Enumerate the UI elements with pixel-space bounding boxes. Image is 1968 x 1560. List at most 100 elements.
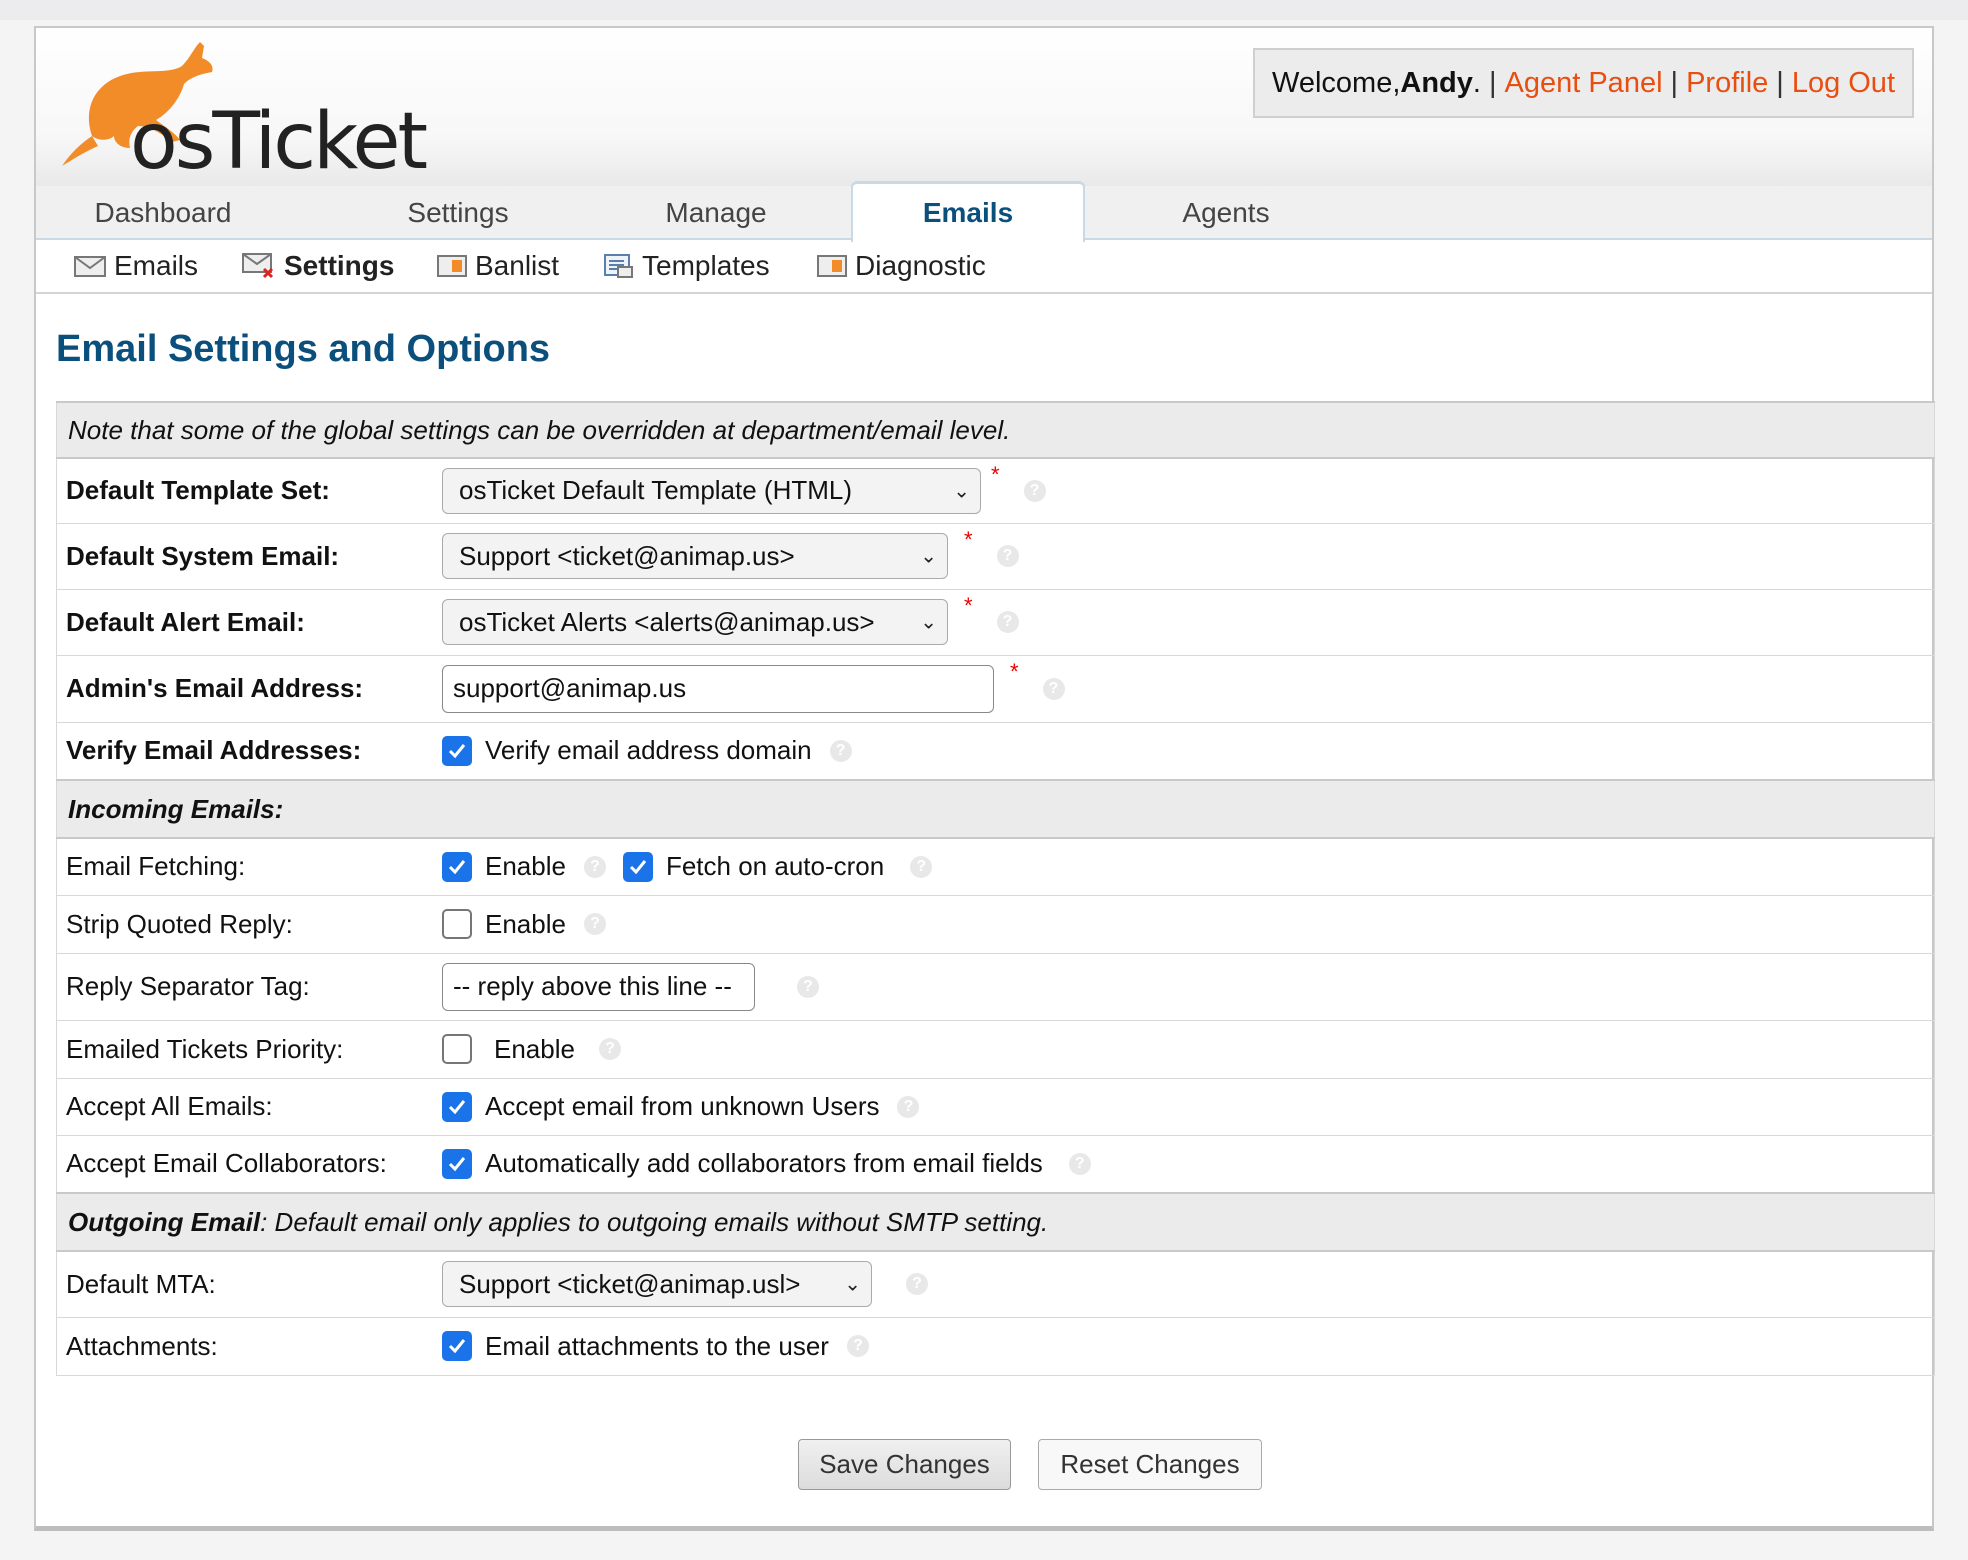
- fetch-autocron-checkbox[interactable]: [622, 851, 653, 882]
- svg-text:osTicket: osTicket: [130, 97, 427, 181]
- help-icon[interactable]: ?: [829, 739, 852, 762]
- welcome-suffix: .: [1472, 66, 1481, 99]
- help-icon[interactable]: ?: [1023, 479, 1046, 502]
- checkbox-label: Verify email address domain: [485, 735, 812, 766]
- row-verify-email: Verify Email Addresses: Verify email add…: [56, 721, 1935, 780]
- checkbox-label: Enable: [485, 851, 566, 882]
- profile-link[interactable]: Profile: [1686, 67, 1768, 100]
- help-icon[interactable]: ?: [1042, 677, 1065, 700]
- subnav-emails[interactable]: Emails: [74, 240, 198, 292]
- attachments-checkbox[interactable]: [442, 1331, 472, 1361]
- row-attachments: Attachments: Email attachments to the us…: [56, 1316, 1935, 1376]
- separator: |: [1776, 66, 1784, 99]
- ticket-priority-checkbox[interactable]: [442, 1034, 472, 1064]
- welcome-user-name: Andy: [1400, 66, 1473, 99]
- required-mark: *: [964, 593, 973, 618]
- checkbox-label: Accept email from unknown Users: [485, 1091, 880, 1121]
- help-icon[interactable]: ?: [996, 545, 1019, 567]
- selected-value: Support <ticket@animap.usl>: [459, 1268, 801, 1299]
- field-label: Email Fetching:: [56, 837, 442, 895]
- reply-separator-input[interactable]: -- reply above this line --: [442, 962, 755, 1011]
- help-icon[interactable]: ?: [897, 1095, 920, 1118]
- checkbox-label: Fetch on auto-cron: [665, 851, 885, 882]
- reset-changes-button[interactable]: Reset Changes: [1038, 1439, 1262, 1490]
- verify-email-checkbox[interactable]: [442, 735, 472, 766]
- email-settings-form: Note that some of the global settings ca…: [56, 401, 1935, 1376]
- browser-top-strip: [0, 0, 1968, 20]
- required-mark: *: [1010, 658, 1019, 684]
- row-ticket-priority: Emailed Tickets Priority: Enable ?: [56, 1019, 1935, 1078]
- row-default-mta: Default MTA: Support <ticket@animap.usl>…: [56, 1250, 1935, 1317]
- help-icon[interactable]: ?: [846, 1335, 869, 1357]
- collaborators-checkbox[interactable]: [442, 1148, 472, 1179]
- default-template-select[interactable]: osTicket Default Template (HTML) ⌄: [442, 467, 981, 514]
- log-out-link[interactable]: Log Out: [1792, 67, 1895, 100]
- email-fetching-enable-checkbox[interactable]: [442, 851, 472, 882]
- field-label: Default System Email:: [56, 522, 442, 589]
- osticket-logo[interactable]: osTicket: [52, 36, 472, 181]
- row-accept-all: Accept All Emails: Accept email from unk…: [56, 1077, 1935, 1135]
- help-icon[interactable]: ?: [1068, 1152, 1091, 1175]
- row-default-system-email: Default System Email: Support <ticket@an…: [56, 522, 1935, 589]
- diagnostic-icon: [817, 255, 847, 277]
- required-mark: *: [991, 461, 1000, 487]
- tab-agents[interactable]: Agents: [1146, 186, 1306, 240]
- checkmark-icon: [448, 743, 466, 758]
- separator: |: [1670, 66, 1679, 99]
- selected-value: osTicket Default Template (HTML): [459, 475, 853, 506]
- help-icon[interactable]: ?: [996, 611, 1019, 633]
- subnav-templates[interactable]: Templates: [604, 240, 770, 292]
- tab-settings[interactable]: Settings: [378, 186, 538, 240]
- chevron-down-icon: ⌄: [920, 611, 937, 634]
- chevron-down-icon: ⌄: [920, 545, 937, 568]
- row-default-template: Default Template Set: osTicket Default T…: [56, 457, 1935, 523]
- email-settings-icon: [242, 253, 274, 279]
- row-default-alert-email: Default Alert Email: osTicket Alerts <al…: [56, 588, 1935, 655]
- subnav-settings[interactable]: Settings: [242, 240, 394, 292]
- page-title: Email Settings and Options: [56, 328, 551, 370]
- default-system-email-select[interactable]: Support <ticket@animap.us> ⌄: [442, 533, 948, 579]
- subnav-diagnostic[interactable]: Diagnostic: [817, 240, 986, 292]
- save-changes-button[interactable]: Save Changes: [798, 1439, 1011, 1490]
- strip-quoted-checkbox[interactable]: [442, 909, 472, 939]
- field-label: Default Alert Email:: [56, 588, 442, 655]
- tab-emails[interactable]: Emails: [851, 181, 1085, 242]
- checkbox-label: Enable: [485, 908, 566, 939]
- checkmark-icon: [448, 1099, 466, 1114]
- row-incoming-header: Incoming Emails:: [56, 779, 1935, 839]
- help-icon[interactable]: ?: [583, 913, 606, 935]
- help-icon[interactable]: ?: [583, 855, 606, 878]
- admin-email-input[interactable]: support@animap.us: [442, 664, 994, 713]
- default-alert-email-select[interactable]: osTicket Alerts <alerts@animap.us> ⌄: [442, 599, 948, 645]
- accept-all-checkbox[interactable]: [442, 1091, 472, 1122]
- checkbox-label: Email attachments to the user: [485, 1330, 829, 1361]
- default-mta-select[interactable]: Support <ticket@animap.usl> ⌄: [442, 1261, 872, 1308]
- help-icon[interactable]: ?: [906, 1273, 928, 1296]
- outgoing-section-title: Outgoing Email: [68, 1206, 261, 1237]
- input-value: support@animap.us: [453, 673, 687, 703]
- page-container: osTicket Welcome, Andy. | Agent Panel | …: [34, 26, 1935, 1531]
- field-label: Strip Quoted Reply:: [56, 894, 442, 953]
- separator: |: [1488, 66, 1497, 99]
- help-icon[interactable]: ?: [797, 975, 819, 998]
- chevron-down-icon: ⌄: [844, 1273, 861, 1296]
- field-label: Reply Separator Tag:: [56, 952, 442, 1020]
- help-icon[interactable]: ?: [910, 855, 933, 878]
- subnav-label: Emails: [114, 250, 199, 281]
- tab-manage[interactable]: Manage: [636, 186, 796, 240]
- checkbox-label: Automatically add collaborators from ema…: [485, 1148, 1043, 1179]
- row-reply-separator: Reply Separator Tag: -- reply above this…: [56, 952, 1935, 1020]
- checkmark-icon: [448, 1339, 466, 1354]
- help-icon[interactable]: ?: [598, 1038, 621, 1060]
- field-label: Attachments:: [56, 1316, 442, 1376]
- tab-dashboard[interactable]: Dashboard: [68, 186, 258, 240]
- welcome-prefix: Welcome,: [1272, 66, 1401, 99]
- field-label: Accept All Emails:: [56, 1077, 442, 1135]
- checkmark-icon: [448, 859, 466, 874]
- templates-icon: [604, 254, 633, 278]
- agent-panel-link[interactable]: Agent Panel: [1505, 67, 1663, 100]
- sub-nav: Emails Settings Banlist Templates Diagno…: [36, 240, 1932, 294]
- row-collaborators: Accept Email Collaborators: Automaticall…: [56, 1134, 1935, 1193]
- subnav-banlist[interactable]: Banlist: [437, 240, 559, 292]
- row-outgoing-header: Outgoing Email: Default email only appli…: [56, 1192, 1935, 1252]
